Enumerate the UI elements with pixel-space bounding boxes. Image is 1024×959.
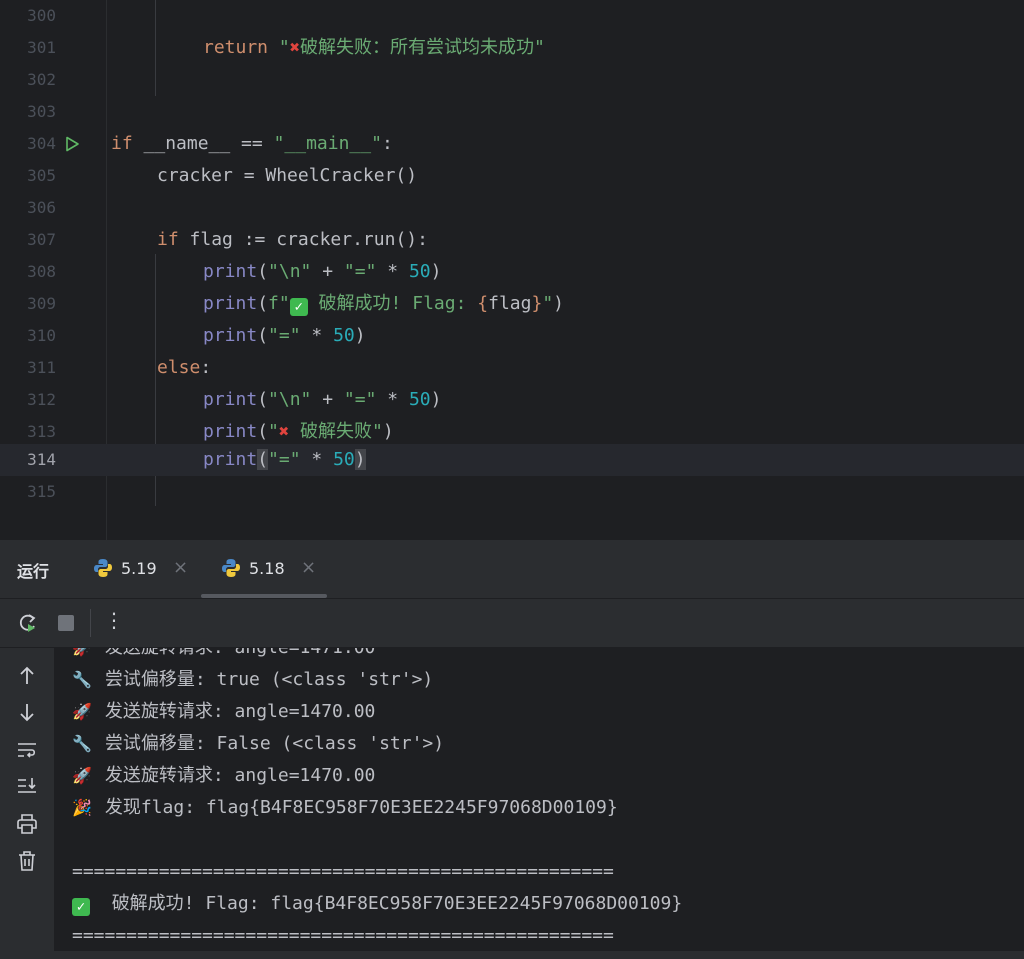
line-number: 301 xyxy=(27,38,56,57)
code-line: 315 xyxy=(0,476,1024,508)
code-text: print("=" * 50) xyxy=(203,449,366,470)
code-text: return "✖破解失败：所有尝试均未成功" xyxy=(203,37,545,58)
console-line: 🚀 发送旋转请求: angle=1471.00 xyxy=(72,648,375,664)
stop-icon[interactable] xyxy=(54,611,78,635)
code-line: 300 xyxy=(0,0,1024,32)
code-text: print("\n" + "=" * 50) xyxy=(203,261,442,282)
code-line: 307 if flag := cracker.run(): xyxy=(0,224,1024,256)
line-number: 303 xyxy=(27,102,56,121)
run-icon[interactable] xyxy=(64,136,80,152)
trash-icon[interactable] xyxy=(15,849,39,873)
console-line: 🎉 发现flag: flag{B4F8EC958F70E3EE2245F9706… xyxy=(72,792,618,824)
line-number: 300 xyxy=(27,6,56,25)
cross-mark-icon: ✖ xyxy=(289,38,300,58)
run-tabbar: 运行 5.19 × 5.18 × xyxy=(0,540,1024,599)
line-number: 312 xyxy=(27,390,56,409)
code-text: if flag := cracker.run(): xyxy=(157,229,428,250)
console-line: ✓ 破解成功! Flag: flag{B4F8EC958F70E3EE2245F… xyxy=(72,888,682,920)
soft-wrap-icon[interactable] xyxy=(15,738,39,762)
code-text: print("=" * 50) xyxy=(203,325,366,346)
code-line: 308 print("\n" + "=" * 50) xyxy=(0,256,1024,288)
code-text: if __name__ == "__main__": xyxy=(111,133,393,154)
line-number: 307 xyxy=(27,230,56,249)
code-line: 311 else: xyxy=(0,352,1024,384)
arrow-up-icon[interactable] xyxy=(15,664,39,688)
code-line: 305 cracker = WheelCracker() xyxy=(0,160,1024,192)
console-output[interactable]: 🚀 发送旋转请求: angle=1471.00 🔧 尝试偏移量: true (<… xyxy=(54,648,1024,951)
code-text: cracker = WheelCracker() xyxy=(157,165,418,186)
wrench-icon: 🔧 xyxy=(72,734,92,753)
code-line: 310 print("=" * 50) xyxy=(0,320,1024,352)
tab-label: 5.18 xyxy=(249,559,285,578)
wrench-icon: 🔧 xyxy=(72,670,92,689)
rocket-icon: 🚀 xyxy=(72,648,94,664)
string-literal: "✖破解失败：所有尝试均未成功" xyxy=(278,37,545,58)
toolbar-separator xyxy=(90,609,91,637)
python-icon xyxy=(94,559,112,577)
run-toolbar: ⋮ xyxy=(0,599,1024,648)
code-line: 303 xyxy=(0,96,1024,128)
console-side-toolbar xyxy=(0,648,54,959)
active-tab-indicator xyxy=(201,594,327,598)
code-text: print("\n" + "=" * 50) xyxy=(203,389,442,410)
scroll-to-end-icon[interactable] xyxy=(15,774,39,798)
arrow-down-icon[interactable] xyxy=(15,700,39,724)
line-number: 309 xyxy=(27,294,56,313)
console-line: 🚀 发送旋转请求: angle=1470.00 xyxy=(72,760,375,792)
code-line-current: 314 print("=" * 50) xyxy=(0,444,1024,476)
code-text: print(f" ✓ 破解成功! Flag: {flag}") xyxy=(203,293,564,316)
python-icon xyxy=(222,559,240,577)
check-mark-icon: ✓ xyxy=(72,898,90,916)
line-number: 310 xyxy=(27,326,56,345)
line-number: 302 xyxy=(27,70,56,89)
console-separator-line: ========================================… xyxy=(72,861,614,882)
line-number: 304 xyxy=(27,134,56,153)
line-number: 311 xyxy=(27,358,56,377)
cross-mark-icon: ✖ xyxy=(278,422,290,442)
console-separator-line: ========================================… xyxy=(72,925,614,946)
close-icon[interactable]: × xyxy=(173,557,188,578)
run-tool-window: 运行 5.19 × 5.18 × ⋮ 🔧 尝试偏移量: true (<class… xyxy=(0,540,1024,959)
console-line: 🔧 尝试偏移量: true (<class 'str'>) xyxy=(72,664,433,696)
check-mark-icon: ✓ xyxy=(289,298,308,316)
code-line: 302 xyxy=(0,64,1024,96)
line-number: 315 xyxy=(27,482,56,501)
code-line: 312 print("\n" + "=" * 50) xyxy=(0,384,1024,416)
party-popper-icon: 🎉 xyxy=(72,798,92,817)
close-icon[interactable]: × xyxy=(301,557,316,578)
code-line: 301 return "✖破解失败：所有尝试均未成功" xyxy=(0,32,1024,64)
rerun-icon[interactable] xyxy=(16,611,40,635)
console-line: 🚀 发送旋转请求: angle=1470.00 xyxy=(72,696,375,728)
code-line: 306 xyxy=(0,192,1024,224)
line-number: 305 xyxy=(27,166,56,185)
print-icon[interactable] xyxy=(15,812,39,836)
tab-5-18[interactable]: 5.18 × xyxy=(221,540,321,598)
tab-5-19[interactable]: 5.19 × xyxy=(93,540,193,598)
rocket-icon: 🚀 xyxy=(72,766,92,785)
code-text: else: xyxy=(157,357,212,378)
status-strip xyxy=(0,951,1024,959)
more-options-icon[interactable]: ⋮ xyxy=(104,608,124,632)
code-line: 309 print(f" ✓ 破解成功! Flag: {flag}") xyxy=(0,288,1024,320)
line-number: 314 xyxy=(27,450,56,469)
tab-label: 5.19 xyxy=(121,559,157,578)
code-editor[interactable]: 300 301 return "✖破解失败：所有尝试均未成功" 302 303 … xyxy=(0,0,1024,540)
console-line: 🔧 尝试偏移量: False (<class 'str'>) xyxy=(72,728,444,760)
string-text: 破解失败：所有尝试均未成功" xyxy=(299,37,545,58)
run-panel-title: 运行 xyxy=(17,562,50,581)
rocket-icon: 🚀 xyxy=(72,702,92,721)
code-line: 304 if __name__ == "__main__": xyxy=(0,128,1024,160)
line-number: 308 xyxy=(27,262,56,281)
line-number: 306 xyxy=(27,198,56,217)
